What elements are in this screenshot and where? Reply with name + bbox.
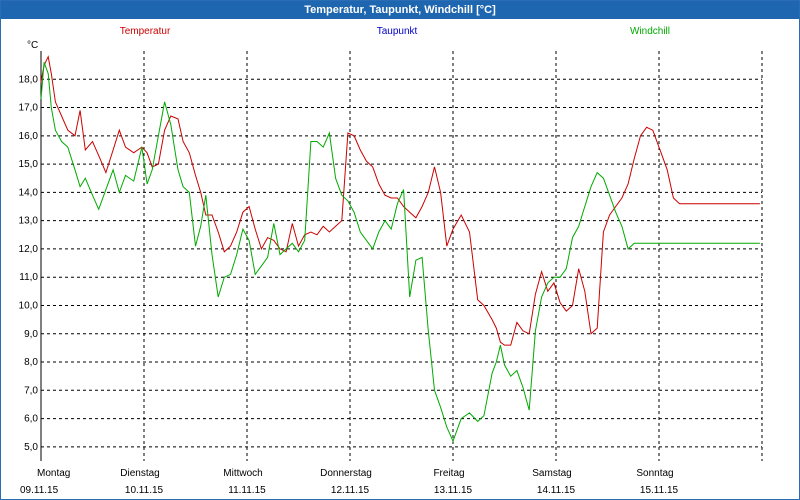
y-tick-label: 17,0: [19, 103, 39, 114]
plot-area: [41, 51, 762, 461]
x-tick-date-label: 13.11.15: [434, 485, 473, 496]
x-tick-date-label: 11.11.15: [228, 485, 266, 496]
y-tick-label: 14,0: [19, 187, 39, 198]
x-axis: Montag 09.11.15 Dienstag 10.11.15 Mittwoch 11…: [20, 468, 679, 496]
x-tick-day-label: Dienstag: [120, 468, 159, 479]
x-tick-day-label: Mittwoch: [223, 468, 262, 479]
y-tick-label: 8,0: [24, 357, 38, 368]
chart-canvas: 5,0 6,0 7,0 8,0 9,0 10,0 11,0 12,0 13,0 14,0 15,0 1…: [19, 26, 763, 496]
y-tick-label: 11,0: [19, 272, 38, 283]
x-tick-day-label: Freitag: [433, 468, 464, 479]
x-tick-date-label: 14.11.15: [537, 485, 576, 496]
x-tick-date-label: 12.11.15: [331, 485, 370, 496]
legend-entry-temperatur: Temperatur: [120, 26, 171, 37]
y-tick-label: 18,0: [19, 74, 39, 85]
x-tick-date-label: 15.11.15: [640, 485, 679, 496]
legend-entry-windchill: Windchill: [630, 26, 670, 37]
x-tick-day-label: Donnerstag: [320, 468, 372, 479]
y-tick-label: 10,0: [19, 300, 39, 311]
y-axis: 5,0 6,0 7,0 8,0 9,0 10,0 11,0 12,0 13,0 14,0 15,0 1…: [19, 74, 39, 453]
y-tick-label: 7,0: [24, 385, 38, 396]
y-tick-label: 13,0: [19, 216, 39, 227]
x-tick-date-label: 10.11.15: [125, 485, 164, 496]
y-tick-label: 16,0: [19, 131, 39, 142]
y-tick-label: 6,0: [24, 414, 38, 425]
x-tick-day-label: Montag: [37, 468, 70, 479]
y-tick-label: 5,0: [24, 442, 38, 453]
x-tick-date-label: 09.11.15: [20, 485, 59, 496]
y-tick-label: 12,0: [19, 244, 39, 255]
x-tick-day-label: Samstag: [532, 468, 571, 479]
legend-entry-taupunkt: Taupunkt: [377, 26, 418, 37]
y-tick-label: 15,0: [19, 159, 39, 170]
legend: Temperatur Taupunkt Windchill: [120, 26, 670, 37]
y-tick-label: 9,0: [24, 329, 38, 340]
x-tick-day-label: Sonntag: [636, 468, 673, 479]
y-axis-label: °C: [27, 40, 38, 51]
